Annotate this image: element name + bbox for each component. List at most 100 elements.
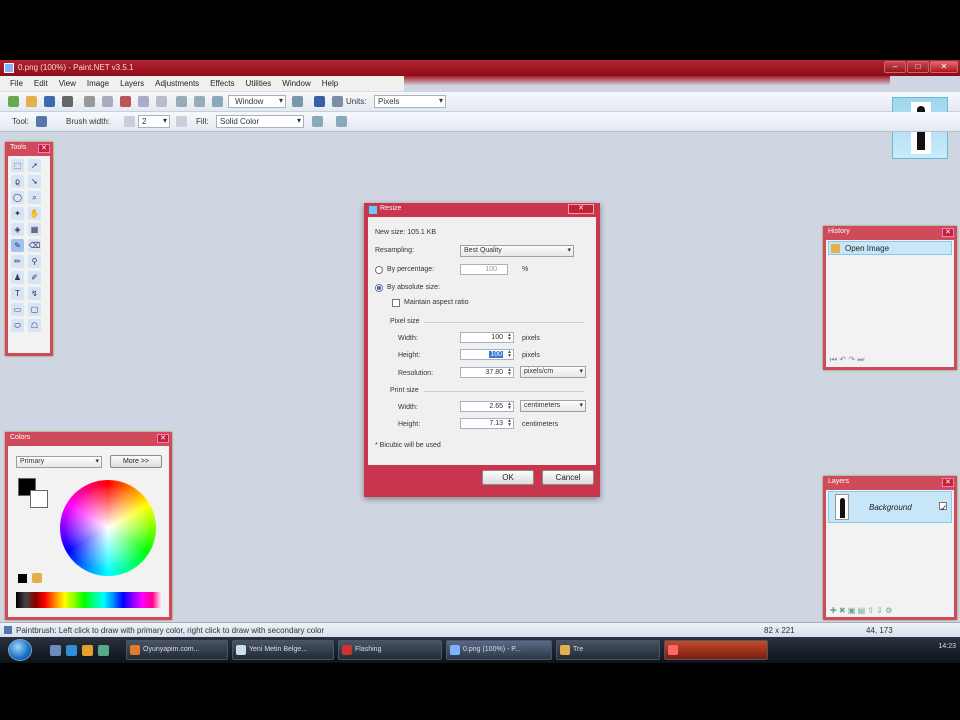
- secondary-color-swatch[interactable]: [30, 490, 48, 508]
- move-selection-icon[interactable]: ➘: [28, 175, 41, 188]
- resize-dialog-close[interactable]: ✕: [568, 204, 594, 214]
- magic-wand-tool-icon[interactable]: ✦: [11, 207, 24, 220]
- taskbar-item-browser[interactable]: Oyunyapim.com...: [126, 640, 228, 660]
- increase-width-icon[interactable]: [176, 116, 187, 127]
- print-width-input[interactable]: 2.65 ▲ ▼: [460, 401, 514, 412]
- decrease-width-icon[interactable]: [124, 116, 135, 127]
- units-combo[interactable]: Pixels: [374, 95, 446, 108]
- blend-mode-icon[interactable]: [336, 116, 347, 127]
- by-absolute-radio[interactable]: [375, 284, 383, 292]
- save-icon[interactable]: [44, 96, 55, 107]
- copy-icon[interactable]: [102, 96, 113, 107]
- print-width-unit-select[interactable]: centimeters: [520, 400, 586, 412]
- layers-panel-close[interactable]: ✕: [942, 478, 954, 487]
- pencil-tool-icon[interactable]: ✏: [11, 255, 24, 268]
- color-palette-strip[interactable]: [16, 592, 162, 608]
- minimize-button[interactable]: –: [884, 61, 906, 73]
- show-desktop-icon[interactable]: [50, 645, 61, 656]
- menu-image[interactable]: Image: [83, 76, 116, 91]
- redo-icon[interactable]: [194, 96, 205, 107]
- resampling-select[interactable]: Best Quality: [460, 245, 574, 257]
- brush-width-combo[interactable]: 2: [138, 115, 170, 128]
- move-tool-icon[interactable]: ➚: [28, 159, 41, 172]
- color-picker-tool-icon[interactable]: ⚲: [28, 255, 41, 268]
- open-icon[interactable]: [26, 96, 37, 107]
- menu-file[interactable]: File: [6, 76, 30, 91]
- menu-adjustments[interactable]: Adjustments: [151, 76, 206, 91]
- freeform-shape-tool-icon[interactable]: ☖: [28, 319, 41, 332]
- print-icon[interactable]: [62, 96, 73, 107]
- zoom-out-icon[interactable]: [292, 96, 303, 107]
- paintbrush-icon[interactable]: [36, 116, 47, 127]
- menu-edit[interactable]: Edit: [30, 76, 55, 91]
- menu-layers[interactable]: Layers: [116, 76, 151, 91]
- width-input[interactable]: 100 ▲ ▼: [460, 332, 514, 343]
- start-button[interactable]: [8, 639, 32, 661]
- rounded-rect-tool-icon[interactable]: ▢: [28, 303, 41, 316]
- percentage-input[interactable]: 100: [460, 264, 508, 275]
- ok-button[interactable]: OK: [482, 470, 534, 485]
- menu-help[interactable]: Help: [318, 76, 345, 91]
- zoom-icon[interactable]: [212, 96, 223, 107]
- ruler-icon[interactable]: [332, 96, 343, 107]
- taskbar-item-paintnet[interactable]: 0.png (100%) - P...: [446, 640, 552, 660]
- fill-combo[interactable]: Solid Color: [216, 115, 304, 128]
- more-colors-button[interactable]: More >>: [110, 455, 162, 468]
- media-quicklaunch-icon[interactable]: [98, 645, 109, 656]
- clone-stamp-tool-icon[interactable]: ♟: [11, 271, 24, 284]
- tools-panel-close[interactable]: ✕: [38, 144, 50, 153]
- antialiasing-icon[interactable]: [312, 116, 323, 127]
- print-height-input[interactable]: 7.13 ▲ ▼: [460, 418, 514, 429]
- height-input[interactable]: 100 ▲ ▼: [460, 349, 514, 360]
- history-panel-close[interactable]: ✕: [942, 228, 954, 237]
- folder-quicklaunch-icon[interactable]: [82, 645, 93, 656]
- gradient-tool-icon[interactable]: ▦: [28, 223, 41, 236]
- palette-icon[interactable]: [32, 573, 42, 583]
- new-icon[interactable]: [8, 96, 19, 107]
- ellipse-select-tool-icon[interactable]: ◯: [11, 191, 24, 204]
- rectangle-tool-icon[interactable]: ▭: [11, 303, 24, 316]
- cut-icon[interactable]: [84, 96, 95, 107]
- pan-tool-icon[interactable]: ✋: [28, 207, 41, 220]
- resolution-unit-select[interactable]: pixels/cm: [520, 366, 586, 378]
- window-combo[interactable]: Window: [228, 95, 286, 108]
- layer-row[interactable]: Background ✓: [828, 491, 952, 523]
- layer-visibility-checkbox[interactable]: ✓: [939, 502, 948, 513]
- menu-effects[interactable]: Effects: [206, 76, 241, 91]
- ellipse-tool-icon[interactable]: ⬭: [11, 319, 24, 332]
- grid-icon[interactable]: [314, 96, 325, 107]
- recent-color-black[interactable]: [18, 574, 27, 583]
- rectangle-select-tool-icon[interactable]: ⬚: [11, 159, 24, 172]
- resolution-input[interactable]: 37.80 ▲ ▼: [460, 367, 514, 378]
- eraser-tool-icon[interactable]: ⌫: [28, 239, 41, 252]
- menu-view[interactable]: View: [55, 76, 83, 91]
- menu-window[interactable]: Window: [278, 76, 317, 91]
- paste-icon[interactable]: [120, 96, 131, 107]
- deselect-icon[interactable]: [156, 96, 167, 107]
- taskbar-item-tre[interactable]: Tre: [556, 640, 660, 660]
- colors-panel-close[interactable]: ✕: [157, 434, 169, 443]
- taskbar-item-recording[interactable]: [664, 640, 768, 660]
- paint-bucket-tool-icon[interactable]: ◈: [11, 223, 24, 236]
- maximize-button[interactable]: □: [907, 61, 929, 73]
- title-bar[interactable]: 0.png (100%) - Paint.NET v3.5.1 – □ ✕: [0, 60, 960, 76]
- color-wheel[interactable]: [60, 480, 156, 576]
- paintbrush-tool-icon[interactable]: ✎: [11, 239, 24, 252]
- ie-quicklaunch-icon[interactable]: [66, 645, 77, 656]
- maintain-aspect-checkbox[interactable]: [392, 299, 400, 307]
- close-button[interactable]: ✕: [930, 61, 958, 73]
- by-percentage-radio[interactable]: [375, 266, 383, 274]
- zoom-tool-icon[interactable]: ⌕: [28, 191, 41, 204]
- undo-icon[interactable]: [176, 96, 187, 107]
- cancel-button[interactable]: Cancel: [542, 470, 594, 485]
- line-tool-icon[interactable]: ↯: [28, 287, 41, 300]
- menu-utilities[interactable]: Utilities: [241, 76, 278, 91]
- tray-clock[interactable]: 14:23: [938, 643, 956, 650]
- taskbar-item-notepad[interactable]: Yeni Metin Belge...: [232, 640, 334, 660]
- lasso-tool-icon[interactable]: ϱ: [11, 175, 24, 188]
- recolor-tool-icon[interactable]: ✐: [28, 271, 41, 284]
- taskbar-item-flashing[interactable]: Flashing: [338, 640, 442, 660]
- crop-icon[interactable]: [138, 96, 149, 107]
- color-mode-select[interactable]: Primary: [16, 456, 102, 468]
- history-item[interactable]: Open Image: [828, 241, 952, 255]
